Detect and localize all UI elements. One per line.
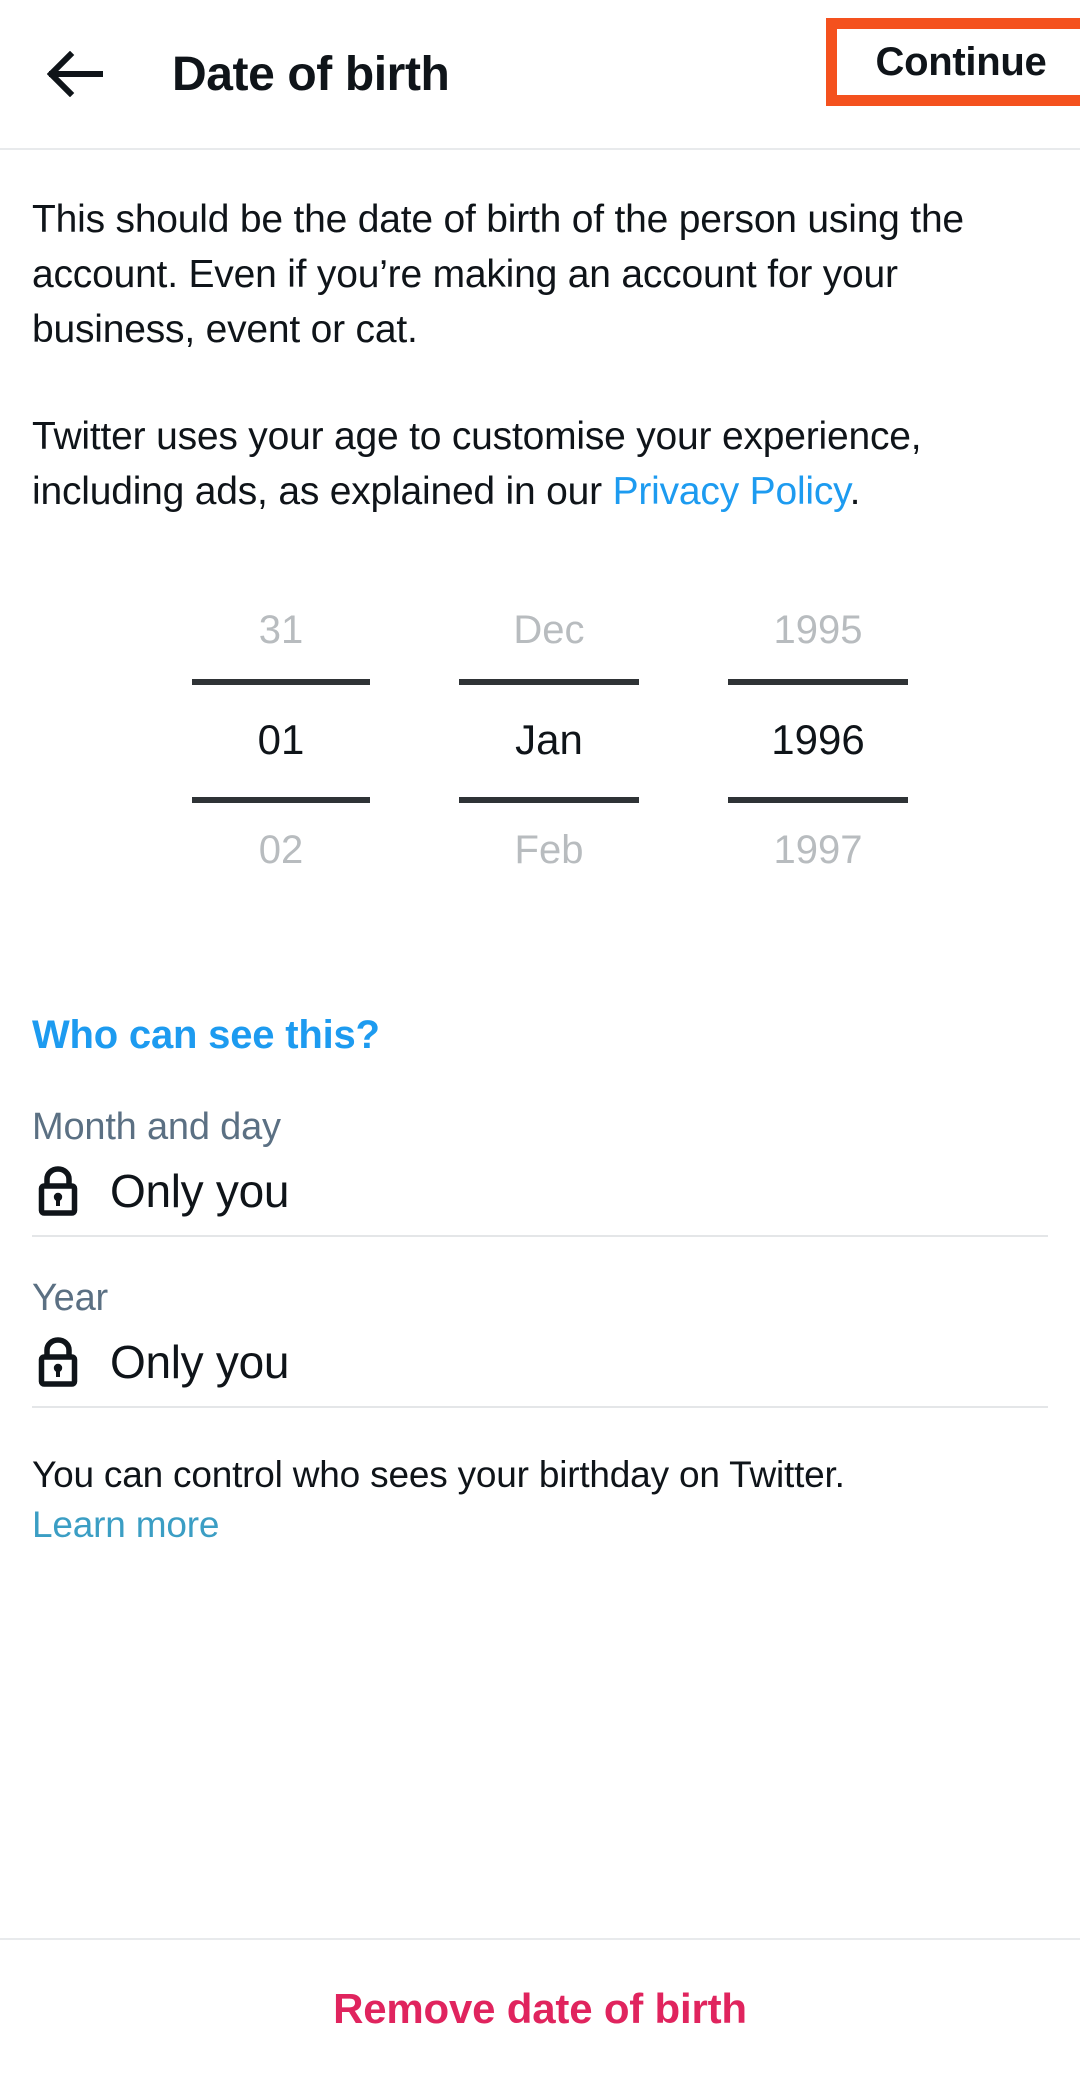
day-rail-bottom [192,797,370,803]
month-selected-value[interactable]: Jan [459,685,639,795]
day-next-value[interactable]: 02 [192,795,370,905]
header-bar: Date of birth Continue [0,0,1080,150]
year-selected-value[interactable]: 1996 [728,685,908,795]
lock-icon [32,1163,84,1219]
year-picker-column[interactable]: 1995 1996 1997 [728,575,908,905]
visibility-label-month-day: Month and day [32,1106,281,1148]
main-content: This should be the date of birth of the … [0,192,1080,1550]
lock-icon [32,1334,84,1390]
year-rail-bottom [728,797,908,803]
visibility-section-title: Who can see this? [32,1013,380,1057]
learn-more-link[interactable]: Learn more [32,1500,1048,1550]
back-button[interactable] [40,39,110,109]
date-picker[interactable]: 31 01 02 Dec Jan Feb 1995 1996 1997 [32,575,1048,905]
privacy-text-after: . [849,470,861,513]
arrow-left-icon [47,51,103,97]
description-paragraph-2: Twitter uses your age to customise your … [32,409,1048,519]
visibility-value-month-day-group: Only you [32,1163,1048,1219]
visibility-footnote: You can control who sees your birthday o… [32,1450,1048,1550]
date-of-birth-screen: Date of birth Continue This should be th… [0,0,1080,2078]
page-title: Date of birth [172,47,450,101]
day-previous-value[interactable]: 31 [192,575,370,685]
month-previous-value[interactable]: Dec [459,575,639,685]
visibility-row-month-day[interactable]: Month and day Only you [32,1106,1048,1237]
privacy-policy-link[interactable]: Privacy Policy [613,470,850,513]
day-rail-top [192,679,370,685]
day-picker-column[interactable]: 31 01 02 [192,575,370,905]
continue-button[interactable]: Continue [837,29,1080,95]
year-rail-top [728,679,908,685]
month-rail-bottom [459,797,639,803]
continue-highlight-box: Continue [826,18,1080,106]
description-paragraph-1: This should be the date of birth of the … [32,198,964,351]
visibility-row-year[interactable]: Year Only you [32,1277,1048,1408]
year-next-value[interactable]: 1997 [728,795,908,905]
visibility-value-year-group: Only you [32,1334,1048,1390]
remove-section: Remove date of birth [0,1938,1080,2078]
year-previous-value[interactable]: 1995 [728,575,908,685]
day-selected-value[interactable]: 01 [192,685,370,795]
visibility-label-year: Year [32,1277,108,1319]
month-next-value[interactable]: Feb [459,795,639,905]
visibility-value-month-day: Only you [110,1165,290,1217]
footnote-text: You can control who sees your birthday o… [32,1454,845,1495]
month-rail-top [459,679,639,685]
month-picker-column[interactable]: Dec Jan Feb [459,575,639,905]
remove-date-of-birth-button[interactable]: Remove date of birth [333,1985,747,2033]
visibility-value-year: Only you [110,1336,290,1388]
